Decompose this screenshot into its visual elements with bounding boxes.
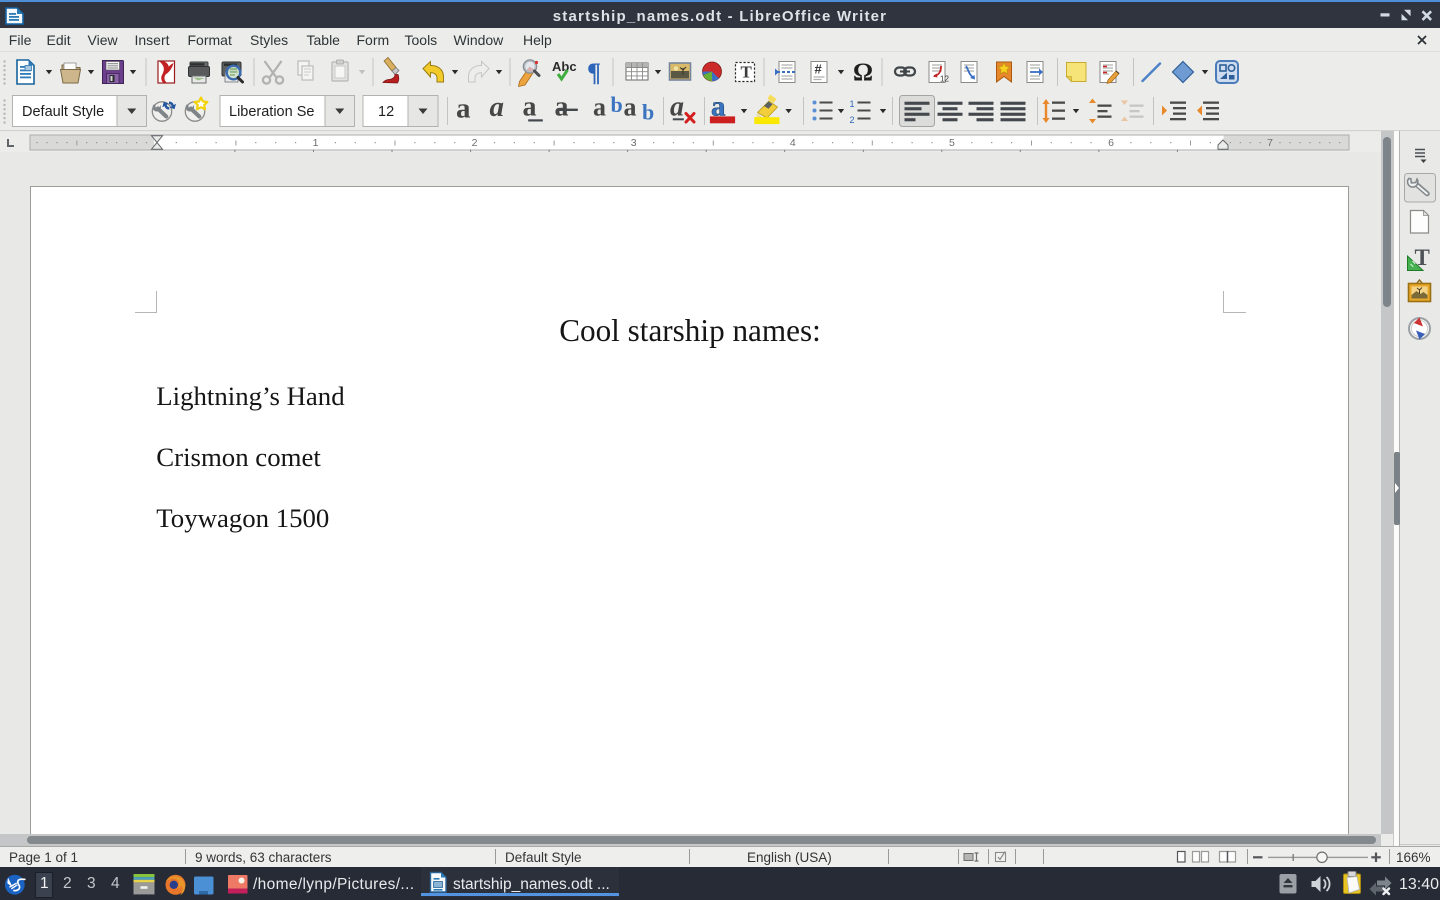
svg-text:T: T xyxy=(741,63,753,82)
svg-text:a: a xyxy=(523,92,537,123)
svg-text:a: a xyxy=(456,93,471,125)
svg-text:12: 12 xyxy=(378,104,394,120)
svg-text:7: 7 xyxy=(1267,137,1273,149)
svg-text:Ω: Ω xyxy=(853,59,873,86)
svg-text:2: 2 xyxy=(850,115,855,125)
svg-text:4: 4 xyxy=(790,137,796,149)
svg-text:a: a xyxy=(624,93,637,122)
svg-text:b: b xyxy=(642,100,654,125)
svg-text:Abc: Abc xyxy=(552,59,577,74)
svg-text:a: a xyxy=(555,92,569,123)
svg-text:#: # xyxy=(815,62,823,77)
svg-text:b: b xyxy=(611,92,623,117)
svg-text:5: 5 xyxy=(949,137,955,149)
svg-text:a: a xyxy=(593,93,606,122)
svg-text:1: 1 xyxy=(850,99,855,109)
svg-text:1: 1 xyxy=(313,137,319,149)
svg-text:6: 6 xyxy=(1108,137,1114,149)
svg-text:2: 2 xyxy=(472,137,478,149)
svg-text:12: 12 xyxy=(940,75,949,84)
svg-text:3: 3 xyxy=(631,137,637,149)
svg-text:Liberation Se: Liberation Se xyxy=(229,104,314,120)
svg-text:¶: ¶ xyxy=(587,58,601,87)
svg-text:Default Style: Default Style xyxy=(22,104,104,120)
svg-text:a: a xyxy=(670,92,684,123)
svg-text:a: a xyxy=(490,91,505,123)
